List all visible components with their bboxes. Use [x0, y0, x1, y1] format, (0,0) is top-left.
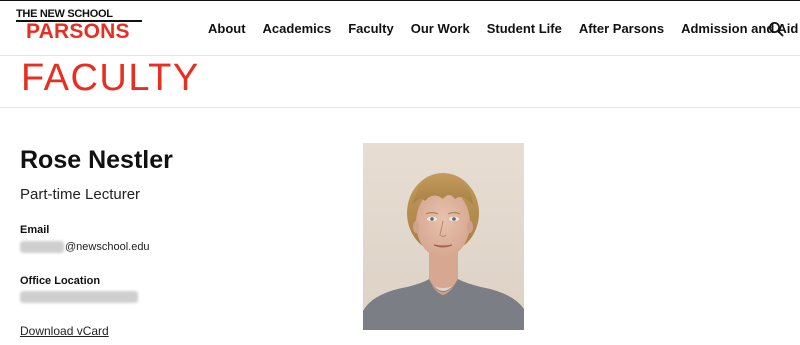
logo-parsons: PARSONS: [26, 20, 130, 43]
faculty-role: Part-time Lecturer: [20, 186, 141, 203]
redacted-email-user: [20, 241, 64, 253]
page-title: FACULTY: [21, 57, 200, 99]
site-header: THE NEW SCHOOL PARSONS About Academics F…: [0, 1, 800, 56]
email-domain: @newschool.edu: [65, 241, 150, 253]
email-label: Email: [20, 224, 50, 236]
office-location-label: Office Location: [20, 275, 101, 287]
nav-about[interactable]: About: [208, 21, 246, 36]
nav-academics[interactable]: Academics: [263, 21, 332, 36]
redacted-office-location: [20, 291, 138, 303]
nav-faculty[interactable]: Faculty: [348, 21, 394, 36]
nav-student-life[interactable]: Student Life: [487, 21, 562, 36]
faculty-name: Rose Nestler: [20, 146, 173, 174]
download-vcard-link[interactable]: Download vCard: [20, 324, 109, 338]
nav-after-parsons[interactable]: After Parsons: [579, 21, 664, 36]
main-nav: About Academics Faculty Our Work Student…: [208, 1, 798, 55]
parsons-logo[interactable]: THE NEW SCHOOL PARSONS: [16, 8, 146, 43]
email-value[interactable]: @newschool.edu: [20, 240, 150, 254]
logo-school-name: THE NEW SCHOOL: [16, 8, 113, 20]
nav-our-work[interactable]: Our Work: [411, 21, 470, 36]
search-icon[interactable]: [768, 21, 784, 37]
section-divider: [0, 107, 800, 108]
faculty-portrait-image: [363, 143, 524, 330]
faculty-photo: [363, 143, 524, 330]
